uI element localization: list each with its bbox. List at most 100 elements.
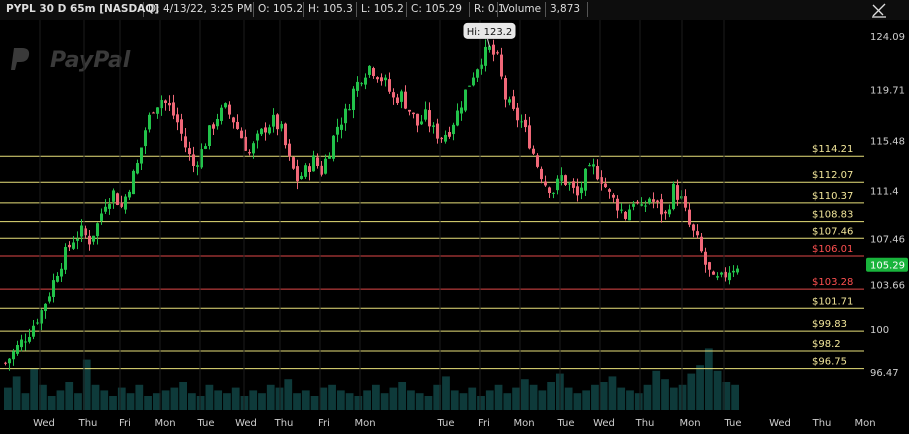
watermark-text: PayPal: [50, 48, 131, 73]
y-tick-label: 96.47: [870, 368, 899, 379]
candle-body: [400, 91, 403, 102]
high-label: H: 105.3: [304, 2, 357, 17]
candles: [4, 39, 739, 371]
candle-body: [412, 112, 415, 115]
volume-bar: [196, 396, 205, 410]
volume-bar: [179, 382, 187, 410]
volume-bar: [512, 387, 520, 410]
candle-body: [220, 107, 223, 121]
candle-body: [544, 181, 547, 186]
close-label: C: 105.29: [407, 2, 470, 17]
candle-body: [148, 114, 151, 130]
annotations: Hi: 123.2: [463, 22, 516, 47]
candle-body: [140, 147, 143, 164]
candle-body: [356, 81, 359, 91]
x-tick-label: Tue: [556, 418, 574, 429]
x-tick-label: Tue: [436, 418, 454, 429]
volume-bar: [205, 384, 214, 410]
candle-body: [240, 130, 243, 139]
candle-body: [568, 183, 571, 185]
candle-body: [316, 157, 319, 166]
volume-bar: [336, 390, 345, 410]
candle-body: [556, 178, 559, 191]
candle-body: [204, 146, 207, 149]
candle-body: [308, 166, 311, 172]
drawing-tool-icon[interactable]: [871, 2, 887, 18]
candle-body: [20, 339, 23, 348]
candle-body: [436, 123, 439, 139]
symbol-label[interactable]: PYPL 30 D 65m [NASDAQ]: [2, 2, 159, 17]
volume-bar: [626, 390, 634, 410]
volume-bar: [389, 387, 398, 410]
candle-body: [60, 268, 63, 277]
price-level-label: $96.75: [812, 357, 847, 368]
candle-body: [112, 190, 115, 202]
candle-body: [376, 77, 379, 80]
candle-body: [392, 92, 395, 98]
candle-body: [576, 186, 579, 196]
candle-body: [264, 127, 267, 133]
candle-body: [364, 77, 367, 85]
candle-body: [172, 102, 175, 116]
volume-bar: [56, 390, 65, 410]
candle-body: [212, 124, 215, 129]
candle-body: [52, 280, 55, 297]
candle-body: [152, 112, 155, 114]
candle-body: [456, 110, 459, 126]
volume-bar: [74, 393, 82, 410]
volume-bar: [4, 387, 12, 410]
volume-bar: [617, 387, 626, 410]
volume-bar: [661, 379, 669, 410]
y-tick-label: 124.09: [870, 32, 905, 43]
candle-body: [660, 199, 663, 215]
candle-body: [144, 130, 147, 147]
volume-bar: [643, 384, 652, 410]
volume-bar: [415, 393, 424, 410]
x-tick-label: Mon: [854, 418, 875, 429]
candle-body: [584, 168, 587, 191]
candle-body: [168, 102, 171, 106]
candle-body: [272, 114, 275, 127]
volume-bar: [494, 384, 503, 410]
price-level-label: $108.83: [812, 210, 853, 221]
candle-body: [328, 156, 331, 159]
y-tick-label: 103.66: [870, 281, 905, 292]
x-tick-label: Wed: [235, 418, 257, 429]
candle-body: [664, 211, 667, 214]
volume-bar: [704, 348, 713, 410]
candle-body: [504, 78, 507, 100]
volume-bar: [188, 393, 196, 410]
candle-body: [284, 123, 287, 146]
candle-body: [624, 211, 627, 219]
candle-body: [208, 125, 211, 147]
volume-bar: [293, 393, 301, 410]
x-axis: Wed Thu Fri Mon Tue Wed Thu Fri Mon Tue Fri Mon Tue W…: [33, 20, 876, 429]
candle-body: [404, 91, 407, 109]
x-tick-label: Fri: [318, 418, 330, 429]
y-tick-label: 111.4: [870, 186, 899, 197]
range-label: R: 0.1: [470, 2, 505, 17]
candle-body: [500, 54, 503, 77]
volume-bar: [117, 387, 126, 410]
price-chart[interactable]: PayPal $114.21 $112.07 $110.37 $108.83 $107.…: [0, 20, 909, 434]
volume-bar: [687, 373, 696, 410]
candle-body: [192, 154, 195, 167]
candle-body: [96, 223, 99, 237]
volume-bar: [380, 393, 389, 410]
volume-bar: [258, 393, 266, 410]
volume-label: Volume: [498, 2, 546, 17]
candle-body: [704, 251, 707, 265]
x-tick-label: Wed: [33, 418, 55, 429]
price-level-label: $98.2: [812, 339, 841, 350]
volume-bar: [520, 379, 529, 410]
volume-bar: [696, 365, 704, 410]
y-tick-label: 100: [870, 325, 889, 336]
candle-body: [428, 110, 431, 127]
candle-body: [176, 114, 179, 123]
candle-body: [16, 345, 19, 354]
candle-body: [588, 165, 591, 167]
paypal-icon: [11, 48, 30, 70]
candle-body: [100, 213, 103, 221]
candle-body: [688, 209, 691, 225]
volume-bar: [91, 384, 100, 410]
